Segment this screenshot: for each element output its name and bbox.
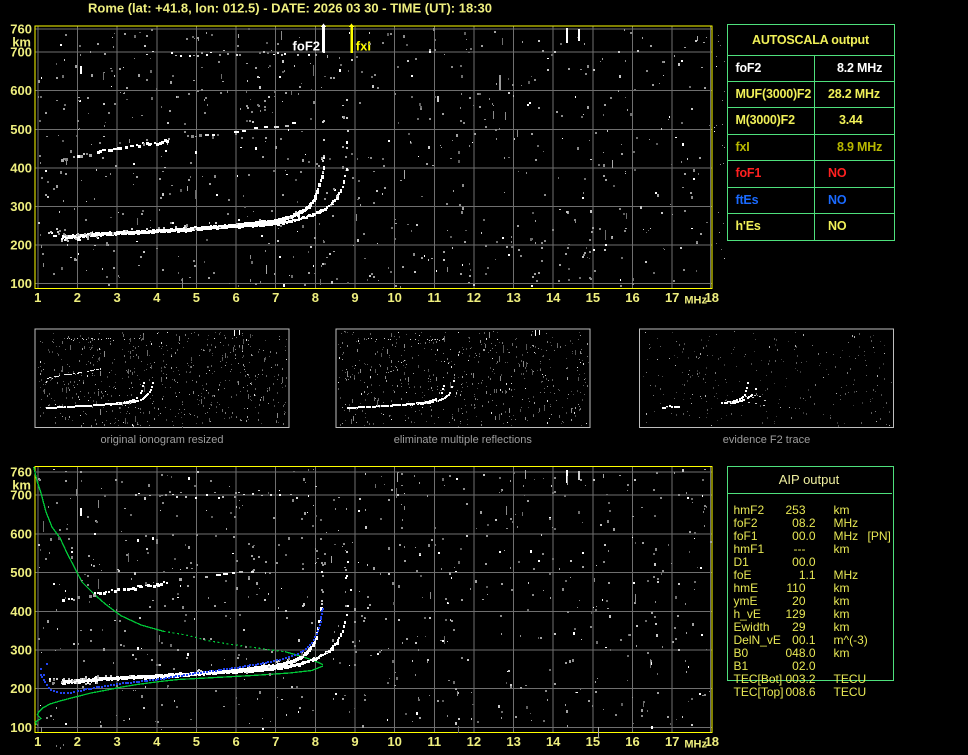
svg-text:100: 100	[10, 720, 32, 735]
svg-text:17: 17	[665, 290, 679, 305]
svg-text:13: 13	[506, 734, 520, 749]
svg-text:9: 9	[351, 734, 358, 749]
svg-text:11: 11	[427, 734, 441, 749]
svg-text:1: 1	[34, 290, 41, 305]
svg-text:500: 500	[10, 565, 32, 580]
svg-text:16: 16	[625, 734, 639, 749]
svg-text:300: 300	[10, 199, 32, 214]
svg-text:500: 500	[10, 122, 32, 137]
svg-text:100: 100	[10, 276, 32, 291]
svg-text:MHz: MHz	[684, 295, 707, 307]
svg-text:9: 9	[351, 290, 358, 305]
svg-text:14: 14	[546, 290, 561, 305]
svg-text:evidence F2 trace: evidence F2 trace	[723, 434, 810, 446]
svg-text:300: 300	[10, 643, 32, 658]
svg-text:14: 14	[546, 734, 561, 749]
svg-text:11: 11	[427, 290, 441, 305]
svg-text:8: 8	[312, 290, 319, 305]
svg-text:13: 13	[506, 290, 520, 305]
svg-text:10: 10	[387, 290, 401, 305]
svg-text:400: 400	[10, 160, 32, 175]
svg-text:3: 3	[113, 290, 120, 305]
svg-text:6: 6	[232, 734, 239, 749]
svg-text:km: km	[12, 478, 31, 493]
svg-text:600: 600	[10, 83, 32, 98]
svg-text:km: km	[12, 35, 31, 50]
svg-text:3: 3	[113, 734, 120, 749]
svg-text:200: 200	[10, 681, 32, 696]
svg-text:fxI: fxI	[356, 39, 371, 54]
svg-text:12: 12	[467, 290, 481, 305]
svg-text:10: 10	[387, 734, 401, 749]
svg-text:200: 200	[10, 237, 32, 252]
svg-text:5: 5	[193, 290, 200, 305]
svg-text:eliminate multiple reflections: eliminate multiple reflections	[394, 434, 533, 446]
svg-text:8: 8	[312, 734, 319, 749]
svg-text:original ionogram resized: original ionogram resized	[101, 434, 224, 446]
svg-text:2: 2	[74, 734, 81, 749]
svg-text:15: 15	[586, 290, 600, 305]
svg-text:2: 2	[74, 290, 81, 305]
svg-text:6: 6	[232, 290, 239, 305]
svg-text:Rome (lat: +41.8, lon: 012.5): Rome (lat: +41.8, lon: 012.5) - DATE: 20…	[88, 1, 492, 16]
svg-text:7: 7	[272, 734, 279, 749]
svg-text:600: 600	[10, 526, 32, 541]
svg-text:MHz: MHz	[684, 739, 707, 751]
svg-text:400: 400	[10, 604, 32, 619]
svg-text:4: 4	[153, 290, 161, 305]
svg-text:foF2: foF2	[293, 39, 320, 54]
svg-text:1: 1	[34, 734, 41, 749]
svg-text:16: 16	[625, 290, 639, 305]
svg-text:15: 15	[586, 734, 600, 749]
svg-text:7: 7	[272, 290, 279, 305]
svg-text:12: 12	[467, 734, 481, 749]
svg-text:5: 5	[193, 734, 200, 749]
svg-text:4: 4	[153, 734, 161, 749]
svg-text:17: 17	[665, 734, 679, 749]
